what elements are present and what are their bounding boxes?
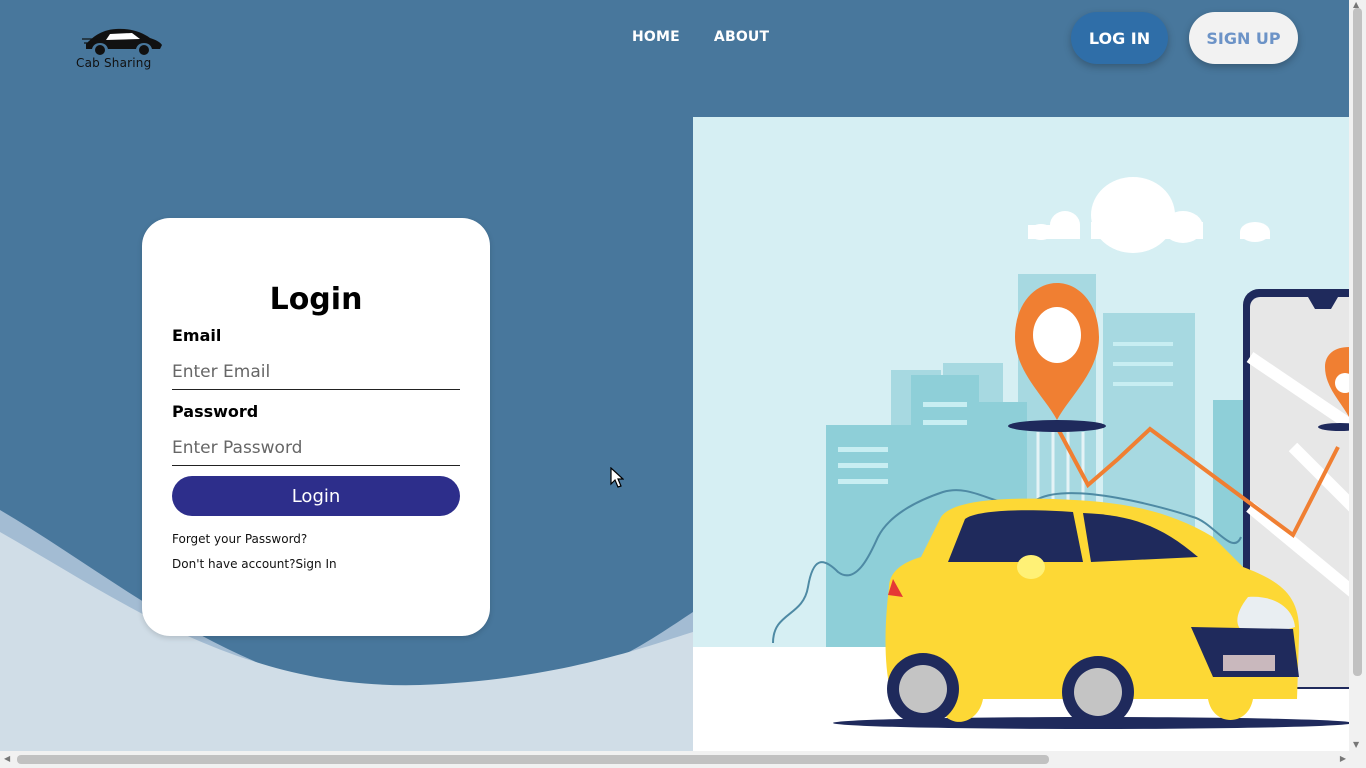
car-logo-icon	[82, 28, 162, 55]
main-nav: HOME ABOUT	[632, 29, 769, 45]
login-title: Login	[269, 282, 363, 317]
login-card: Login Email Password Login Forget your P…	[142, 218, 490, 636]
scroll-right-icon[interactable]: ▶	[1340, 754, 1346, 763]
mouse-cursor-icon	[610, 467, 624, 488]
email-input[interactable]	[172, 355, 460, 390]
vertical-scrollbar[interactable]: ▲ ▼	[1349, 0, 1366, 751]
taxi-city-illustration	[693, 177, 1349, 751]
login-submit-button[interactable]: Login	[172, 476, 460, 516]
forgot-password-link[interactable]: Forget your Password?	[172, 532, 307, 546]
email-label: Email	[172, 326, 222, 345]
scroll-down-icon[interactable]: ▼	[1353, 740, 1359, 749]
sign-in-link[interactable]: Sign In	[295, 557, 336, 571]
vertical-scroll-thumb[interactable]	[1353, 8, 1362, 676]
header-signup-button[interactable]: SIGN UP	[1189, 12, 1298, 64]
cloud-icon	[1028, 177, 1270, 253]
logo-text: Cab Sharing	[76, 56, 152, 70]
hero-illustration	[693, 117, 1349, 751]
horizontal-scrollbar[interactable]: ◀ ▶	[0, 751, 1366, 768]
signup-prompt: Don't have account?Sign In	[172, 557, 337, 571]
no-account-text: Don't have account?	[172, 557, 296, 571]
password-input[interactable]	[172, 431, 460, 466]
header-login-button[interactable]: LOG IN	[1071, 12, 1168, 64]
password-label: Password	[172, 402, 259, 421]
horizontal-scroll-thumb[interactable]	[17, 755, 1049, 764]
logo[interactable]: Cab Sharing	[74, 22, 166, 74]
scroll-left-icon[interactable]: ◀	[4, 754, 10, 763]
nav-home[interactable]: HOME	[632, 29, 680, 45]
nav-about[interactable]: ABOUT	[714, 29, 769, 45]
